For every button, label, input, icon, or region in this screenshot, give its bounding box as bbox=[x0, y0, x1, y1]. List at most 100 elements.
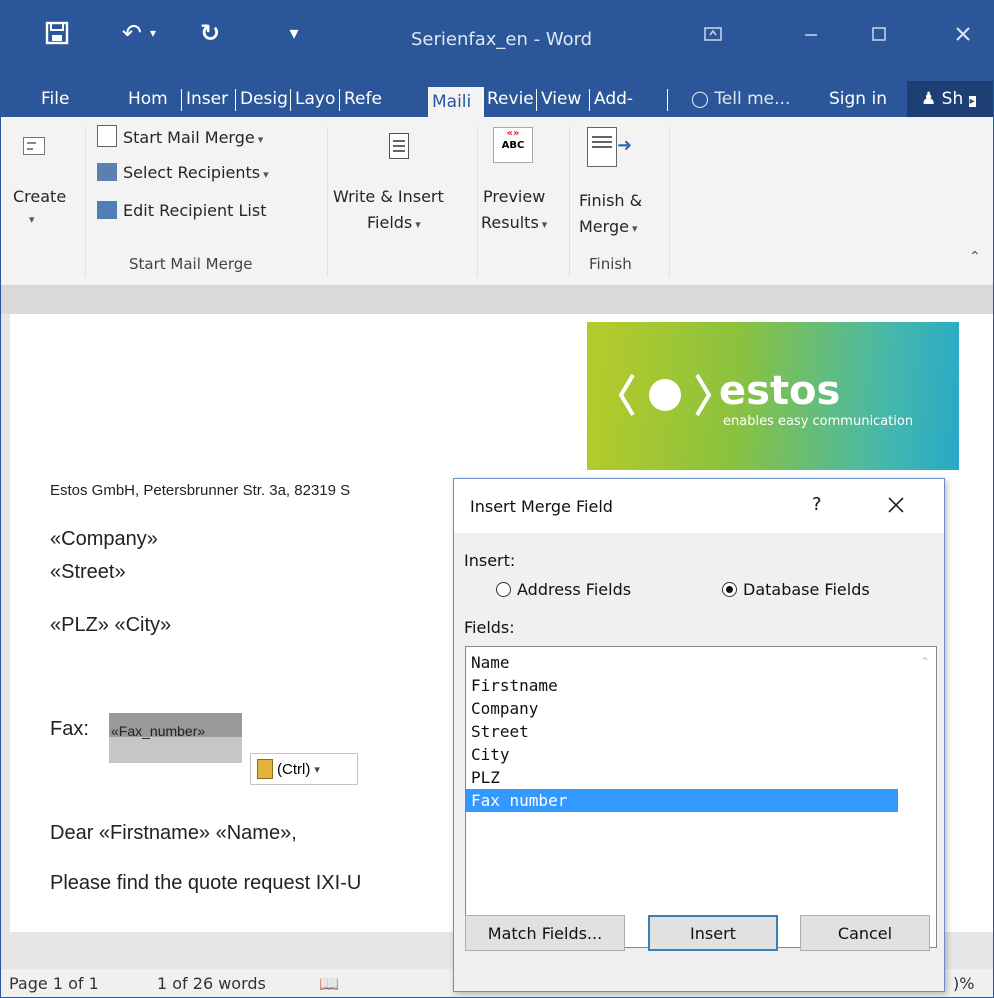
word-window: ↶ ▾ ↻ ▾ Serienfax_en - Word File Hom Inse… bbox=[0, 0, 994, 998]
ribbon: Create ▾ Start Mail Merge ▾ Select Recipi… bbox=[1, 117, 993, 286]
close-icon[interactable] bbox=[886, 495, 906, 519]
write-insert-fields-button[interactable]: Write & Insert Fields ▾ bbox=[329, 117, 477, 255]
page-count[interactable]: Page 1 of 1 bbox=[9, 974, 99, 993]
tab-file[interactable]: File bbox=[41, 81, 91, 117]
tab-review[interactable]: Revie bbox=[482, 81, 539, 117]
chevron-down-icon: ▾ bbox=[257, 133, 264, 146]
start-mail-merge-label: Start Mail Merge bbox=[123, 128, 255, 147]
finish-label-line1: Finish & bbox=[579, 191, 643, 210]
tab-separator bbox=[667, 81, 673, 117]
write-insert-label-line2: Fields ▾ bbox=[367, 213, 421, 232]
title-bar: ↶ ▾ ↻ ▾ Serienfax_en - Word bbox=[1, 1, 993, 81]
sign-in-link[interactable]: Sign in bbox=[829, 81, 899, 117]
start-mail-merge-button[interactable]: Start Mail Merge ▾ bbox=[97, 125, 263, 147]
share-button[interactable]: ♟ Sh ▸ bbox=[907, 81, 993, 117]
tab-view[interactable]: View bbox=[536, 81, 591, 117]
finish-merge-button[interactable]: ➜ Finish & Merge ▾ bbox=[571, 117, 671, 255]
tell-me-label: Tell me... bbox=[714, 89, 791, 109]
preview-results-button[interactable]: «» ABC Preview Results ▾ bbox=[479, 117, 567, 255]
document-merge-icon bbox=[97, 125, 117, 147]
share-label: Sh bbox=[941, 89, 964, 109]
list-item[interactable]: Firstname bbox=[466, 674, 936, 697]
collapse-ribbon-icon[interactable]: ⌃ bbox=[969, 249, 981, 265]
person-icon: ♟ bbox=[921, 89, 937, 109]
merge-field-plz-city: «PLZ» «City» bbox=[50, 614, 172, 636]
list-item[interactable]: Name bbox=[466, 651, 936, 674]
separator bbox=[477, 127, 478, 277]
arrow-right-icon: ➜ bbox=[617, 135, 633, 156]
proofing-icon[interactable]: 📖 bbox=[319, 974, 339, 993]
tab-references[interactable]: Refe bbox=[339, 81, 390, 117]
chevron-down-icon: ▾ bbox=[415, 218, 421, 231]
close-icon[interactable] bbox=[941, 19, 985, 49]
preview-label-line2: Results ▾ bbox=[481, 213, 548, 232]
merge-field-company: «Company» bbox=[50, 528, 158, 550]
dialog-title-bar: Insert Merge Field ? bbox=[454, 479, 944, 533]
database-fields-label: Database Fields bbox=[743, 580, 870, 599]
tell-me-search[interactable]: ◯ Tell me... bbox=[691, 81, 821, 117]
ribbon-display-options-icon[interactable] bbox=[691, 19, 735, 49]
address-fields-radio[interactable]: Address Fields bbox=[496, 580, 631, 599]
cancel-button[interactable]: Cancel bbox=[800, 915, 930, 951]
edit-recipient-list-label: Edit Recipient List bbox=[123, 201, 267, 220]
separator bbox=[669, 127, 670, 277]
fax-label: Fax: bbox=[50, 718, 89, 740]
create-label: Create bbox=[13, 187, 67, 206]
dialog-title: Insert Merge Field bbox=[470, 497, 613, 516]
sender-line: Estos GmbH, Petersbrunner Str. 3a, 82319… bbox=[50, 482, 351, 499]
chevron-down-icon: ▾ bbox=[263, 168, 269, 181]
finish-label-line2: Merge ▾ bbox=[579, 217, 638, 236]
ribbon-tabs: File Hom Inser Desig Layo Refe Maili Rev… bbox=[1, 81, 993, 117]
database-fields-radio[interactable]: Database Fields bbox=[722, 580, 870, 599]
chevron-down-icon: ▾ bbox=[631, 222, 638, 235]
tab-mailings[interactable]: Maili bbox=[428, 87, 484, 117]
fields-listbox[interactable]: Name Firstname Company Street City PLZ F… bbox=[465, 646, 937, 948]
estos-logo: estos enables easy communication bbox=[587, 322, 959, 470]
clipboard-icon bbox=[257, 759, 273, 779]
greeting-line: Dear «Firstname» «Name», bbox=[50, 822, 297, 844]
merge-field-fax-number: «Fax_number» bbox=[111, 723, 206, 739]
undo-icon[interactable]: ↶ ▾ bbox=[109, 15, 169, 51]
tab-home[interactable]: Hom bbox=[128, 81, 178, 117]
tab-insert[interactable]: Inser bbox=[181, 81, 234, 117]
chevron-down-icon: ▾ bbox=[314, 762, 320, 776]
redo-icon[interactable]: ↻ bbox=[195, 15, 225, 51]
list-item[interactable]: Company bbox=[466, 697, 936, 720]
match-fields-button[interactable]: Match Fields... bbox=[465, 915, 625, 951]
save-icon[interactable] bbox=[37, 15, 77, 51]
tab-design[interactable]: Desig bbox=[235, 81, 292, 117]
preview-label-line1: Preview bbox=[483, 187, 546, 206]
insert-merge-field-dialog: Insert Merge Field ? Insert: Address Fie… bbox=[453, 478, 945, 992]
list-item[interactable]: City bbox=[466, 743, 936, 766]
tab-addins[interactable]: Add- bbox=[589, 81, 658, 117]
separator bbox=[327, 127, 328, 277]
paste-options-button[interactable]: (Ctrl) ▾ bbox=[250, 753, 358, 785]
fields-label: Fields: bbox=[464, 618, 515, 637]
address-fields-label: Address Fields bbox=[517, 580, 632, 599]
edit-recipient-list-button[interactable]: Edit Recipient List bbox=[97, 201, 266, 220]
list-item[interactable]: PLZ bbox=[466, 766, 936, 789]
help-button[interactable]: ? bbox=[812, 494, 822, 515]
create-button[interactable]: Create ▾ bbox=[1, 117, 85, 255]
body-line: Please find the quote request IXI-U bbox=[50, 872, 362, 894]
paste-ctrl-label: (Ctrl) bbox=[277, 760, 311, 778]
word-count[interactable]: 1 of 26 words bbox=[157, 974, 266, 993]
chevron-down-icon: ▾ bbox=[29, 213, 35, 226]
list-item[interactable]: Street bbox=[466, 720, 936, 743]
scroll-up-icon[interactable]: ⌃ bbox=[920, 655, 930, 669]
document-background bbox=[1, 286, 993, 314]
radio-selected-icon bbox=[722, 582, 737, 597]
radio-unselected-icon bbox=[496, 582, 511, 597]
select-recipients-button[interactable]: Select Recipients ▾ bbox=[97, 163, 269, 182]
tab-layout[interactable]: Layo bbox=[290, 81, 343, 117]
zoom-level[interactable]: )% bbox=[953, 974, 974, 993]
write-insert-label-line1: Write & Insert bbox=[333, 187, 444, 206]
maximize-icon[interactable] bbox=[857, 19, 901, 49]
insert-button[interactable]: Insert bbox=[648, 915, 778, 951]
overflow-arrow-icon[interactable]: ▸ bbox=[968, 96, 976, 107]
logo-wordmark: estos bbox=[719, 368, 841, 414]
minimize-icon[interactable] bbox=[789, 19, 833, 49]
list-item-selected[interactable]: Fax number bbox=[466, 789, 898, 812]
customize-toolbar-icon[interactable]: ▾ bbox=[279, 15, 309, 51]
lightbulb-icon: ◯ bbox=[691, 89, 709, 108]
